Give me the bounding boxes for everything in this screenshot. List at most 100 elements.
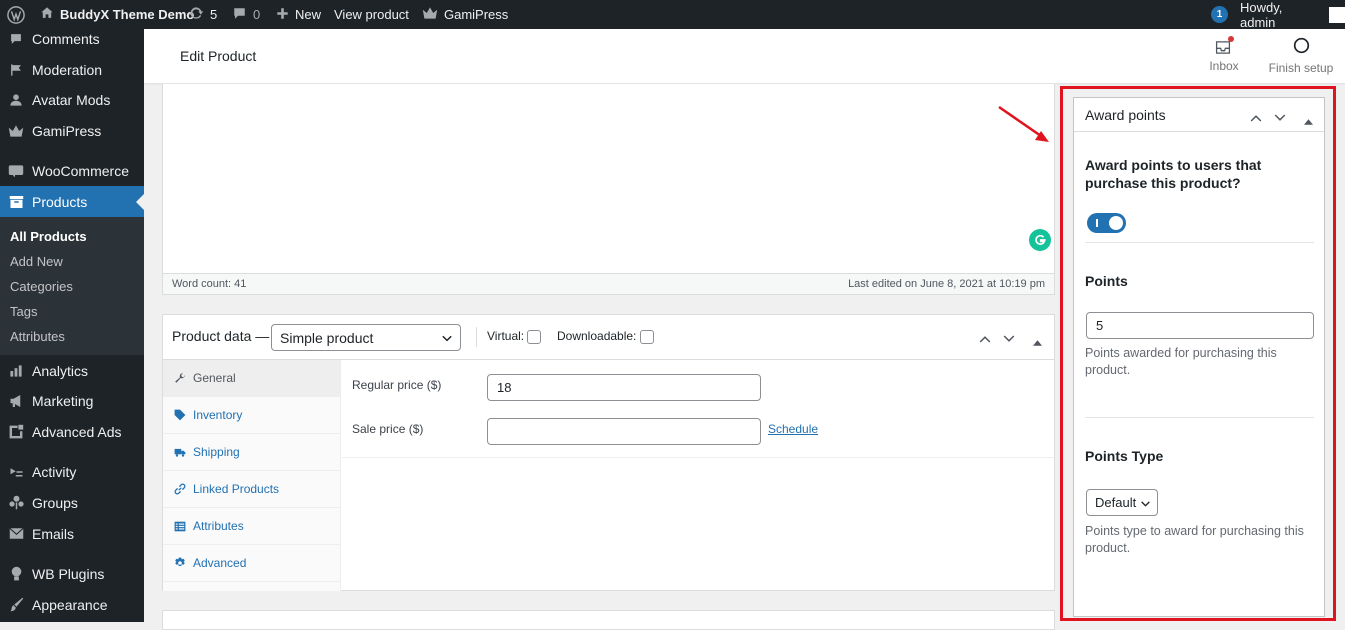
sidebar-item-label: Analytics xyxy=(32,362,89,379)
comments-link[interactable]: 0 xyxy=(232,0,260,29)
finish-setup-button[interactable]: Finish setup xyxy=(1268,29,1334,83)
sidebar-item-analytics[interactable]: Analytics xyxy=(0,355,144,386)
product-data-label: Product data — xyxy=(172,328,270,344)
product-type-value: Simple product xyxy=(280,329,374,346)
megaphone-icon xyxy=(8,393,24,409)
downloadable-checkbox[interactable] xyxy=(639,329,654,344)
tab-label: Attributes xyxy=(193,519,244,533)
updates-link[interactable]: 5 xyxy=(188,0,217,29)
virtual-option[interactable]: Virtual: xyxy=(487,329,542,344)
submenu-all-products[interactable]: All Products xyxy=(10,229,87,244)
groups-icon xyxy=(8,495,24,511)
description-editor: Word count: 41 Last edited on June 8, 20… xyxy=(162,84,1055,295)
sidebar-item-label: Groups xyxy=(32,494,78,511)
view-product-label: View product xyxy=(334,7,409,22)
sidebar-item-label: Activity xyxy=(32,463,77,480)
flag-icon xyxy=(8,62,24,78)
home-icon xyxy=(40,6,54,23)
sidebar-item-marketing[interactable]: Marketing xyxy=(0,385,144,416)
submenu-tags[interactable]: Tags xyxy=(10,304,37,319)
wrench-icon xyxy=(174,372,186,384)
inbox-icon xyxy=(1215,36,1234,55)
new-label: New xyxy=(295,7,322,22)
sidebar-item-label: Comments xyxy=(32,30,100,47)
move-down-icon[interactable] xyxy=(1003,331,1015,349)
gamipress-link[interactable]: GamiPress xyxy=(422,0,508,29)
tab-attributes[interactable]: Attributes xyxy=(163,508,341,545)
collapse-toggle-icon[interactable] xyxy=(1033,333,1042,351)
sidebar-item-label: Emails xyxy=(32,525,75,542)
activity-icon xyxy=(8,464,24,480)
grammarly-icon[interactable] xyxy=(1029,229,1051,251)
comments-count: 0 xyxy=(253,7,261,22)
downloadable-option[interactable]: Downloadable: xyxy=(557,329,654,344)
tab-label: Shipping xyxy=(193,445,240,459)
submenu-categories[interactable]: Categories xyxy=(10,279,73,294)
products-submenu: All Products Add New Categories Tags Att… xyxy=(0,217,144,355)
submenu-add-new[interactable]: Add New xyxy=(10,254,63,269)
updates-icon xyxy=(188,5,204,24)
tab-advanced[interactable]: Advanced xyxy=(163,545,341,582)
regular-price-input[interactable]: 18 xyxy=(487,374,761,401)
sidebar-item-label: GamiPress xyxy=(32,122,102,139)
sidebar-item-label: Avatar Mods xyxy=(32,91,111,108)
sidebar-item-wb-plugins[interactable]: WB Plugins xyxy=(0,558,144,589)
divider xyxy=(476,327,477,347)
sidebar-item-label: Products xyxy=(32,193,88,210)
sidebar-item-appearance[interactable]: Appearance xyxy=(0,589,144,620)
product-type-select[interactable]: Simple product xyxy=(271,324,461,351)
sidebar-item-woocommerce[interactable]: WooCommerce xyxy=(0,155,144,186)
updates-count: 5 xyxy=(210,7,218,22)
tab-inventory[interactable]: Inventory xyxy=(163,397,341,434)
product-data-header: Product data — Simple product Virtual: D… xyxy=(163,315,1054,360)
avatar xyxy=(1329,6,1345,23)
sidebar-item-label: Advanced Ads xyxy=(32,423,122,440)
sidebar-item-label: Moderation xyxy=(32,61,103,78)
inbox-button[interactable]: Inbox xyxy=(1204,29,1244,83)
tab-label: Advanced xyxy=(193,556,247,570)
crown-icon xyxy=(8,123,24,139)
word-count: Word count: 41 xyxy=(172,278,247,290)
sidebar-item-emails[interactable]: Emails xyxy=(0,518,144,549)
sidebar-item-comments[interactable]: Comments xyxy=(0,23,144,54)
schedule-link[interactable]: Schedule xyxy=(768,422,818,436)
truck-icon xyxy=(174,446,186,458)
site-name: BuddyX Theme Demo xyxy=(60,7,195,22)
view-product-link[interactable]: View product xyxy=(334,0,409,29)
downloadable-label: Downloadable: xyxy=(557,329,637,343)
tag-icon xyxy=(174,409,186,421)
virtual-checkbox[interactable] xyxy=(527,329,542,344)
sidebar-item-advanced-ads[interactable]: Advanced Ads xyxy=(0,416,144,447)
plus-icon xyxy=(276,7,289,23)
admin-bar: BuddyX Theme Demo 5 0 New View product G… xyxy=(0,0,1345,30)
new-content-link[interactable]: New xyxy=(276,0,321,29)
circle-progress-icon xyxy=(1293,37,1310,57)
sidebar-item-avatar-mods[interactable]: Avatar Mods xyxy=(0,84,144,115)
sidebar-item-moderation[interactable]: Moderation xyxy=(0,54,144,85)
notifications-link[interactable]: 1 xyxy=(1211,0,1228,29)
sidebar-item-label: Marketing xyxy=(32,392,94,409)
tab-linked-products[interactable]: Linked Products xyxy=(163,471,341,508)
chart-bar-icon xyxy=(8,363,24,379)
sale-price-input[interactable] xyxy=(487,418,761,445)
submenu-attributes[interactable]: Attributes xyxy=(10,329,65,344)
editor-canvas[interactable] xyxy=(163,84,1054,255)
brush-icon xyxy=(8,597,24,613)
my-account-link[interactable]: Howdy, admin xyxy=(1240,0,1345,30)
sidebar-item-activity[interactable]: Activity xyxy=(0,456,144,487)
notification-badge: 1 xyxy=(1211,6,1228,23)
chevron-down-icon xyxy=(441,331,453,347)
sale-price-label: Sale price ($) xyxy=(352,422,424,436)
tab-general[interactable]: General xyxy=(163,360,341,397)
page-header: Edit Product Inbox Finish setup xyxy=(144,29,1345,83)
tab-label: Linked Products xyxy=(193,482,280,496)
sidebar-item-groups[interactable]: Groups xyxy=(0,487,144,518)
sidebar-item-gamipress[interactable]: GamiPress xyxy=(0,115,144,146)
move-up-icon[interactable] xyxy=(979,331,991,349)
comment-bubble-icon xyxy=(232,6,247,24)
sidebar-item-label: Appearance xyxy=(32,596,108,613)
sidebar-item-products[interactable]: Products xyxy=(0,186,144,217)
list-icon xyxy=(174,520,186,532)
product-data-box: Product data — Simple product Virtual: D… xyxy=(162,314,1055,591)
tab-shipping[interactable]: Shipping xyxy=(163,434,341,471)
